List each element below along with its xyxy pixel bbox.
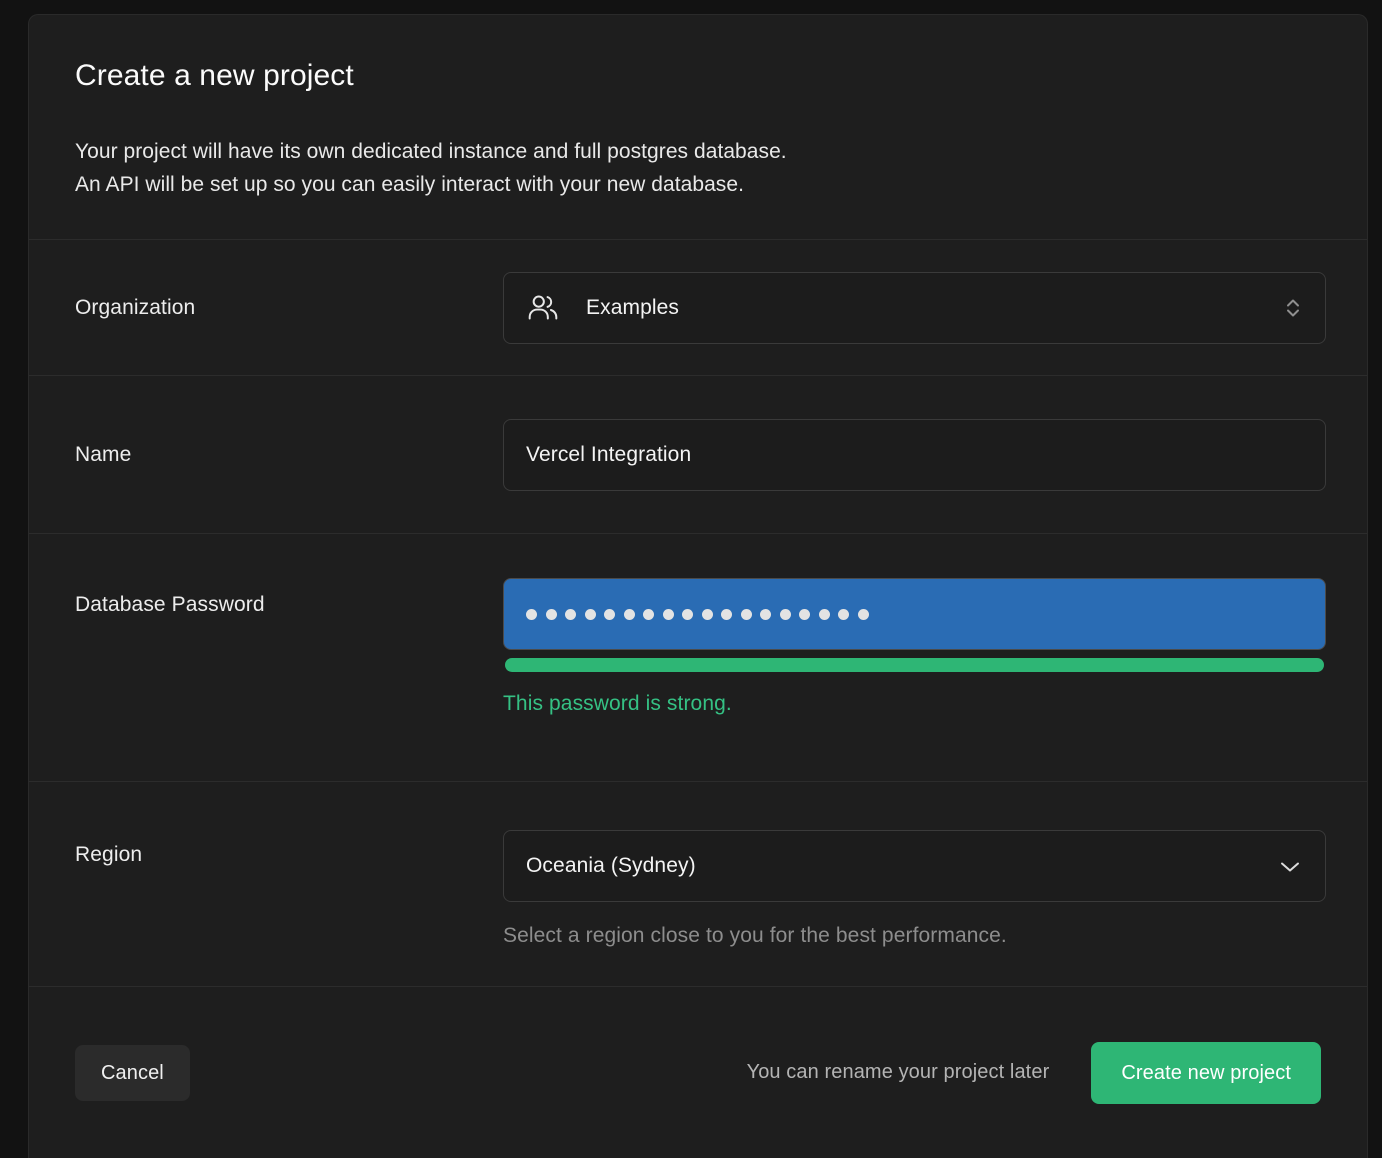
password-dot bbox=[740, 608, 752, 620]
app-background: Create a new project Your project will h… bbox=[0, 0, 1382, 1158]
dialog-description-line-2: An API will be set up so you can easily … bbox=[75, 172, 744, 196]
organization-field: Examples bbox=[503, 271, 1326, 344]
region-row: Region Oceania (Sydney) Select a region … bbox=[29, 782, 1367, 988]
region-hint: Select a region close to you for the bes… bbox=[503, 924, 1007, 948]
page-title: Create a new project bbox=[75, 59, 354, 92]
organization-value: Examples bbox=[586, 295, 680, 319]
project-name-value: Vercel Integration bbox=[526, 442, 692, 466]
name-field: Vercel Integration bbox=[503, 418, 1326, 491]
dialog-footer: Cancel You can rename your project later… bbox=[29, 987, 1367, 1158]
rename-note: You can rename your project later bbox=[746, 1061, 1050, 1084]
password-dot bbox=[838, 608, 849, 620]
password-dot bbox=[604, 608, 615, 620]
password-strength-bar bbox=[505, 658, 1324, 673]
organization-select[interactable]: Examples bbox=[503, 271, 1326, 344]
project-name-input[interactable]: Vercel Integration bbox=[503, 418, 1326, 491]
database-password-row: Database Password This password is stron… bbox=[29, 534, 1367, 783]
password-wrapper: This password is strong. bbox=[503, 578, 1326, 716]
password-dot bbox=[643, 608, 654, 620]
password-masked-dots bbox=[526, 608, 869, 620]
organization-label: Organization bbox=[75, 296, 196, 319]
chevron-up-down-icon bbox=[1287, 299, 1299, 317]
cancel-button[interactable]: Cancel bbox=[75, 1044, 190, 1101]
password-dot bbox=[682, 608, 693, 620]
password-dot bbox=[799, 608, 810, 620]
organization-row: Organization Examples bbox=[29, 240, 1367, 377]
password-dot bbox=[760, 608, 771, 620]
name-row: Name Vercel Integration bbox=[29, 376, 1367, 535]
chevron-down-icon bbox=[1281, 862, 1299, 872]
password-dot bbox=[818, 608, 830, 620]
dialog-header: Create a new project Your project will h… bbox=[29, 15, 1367, 241]
region-field: Oceania (Sydney) Select a region close t… bbox=[503, 830, 1326, 948]
region-label: Region bbox=[75, 843, 143, 867]
password-dot bbox=[584, 608, 596, 620]
password-dot bbox=[721, 608, 732, 620]
database-password-input[interactable] bbox=[503, 578, 1326, 651]
password-dot bbox=[565, 608, 576, 620]
password-dot bbox=[623, 608, 635, 620]
password-dot bbox=[526, 608, 537, 620]
password-dot bbox=[662, 608, 674, 620]
users-icon bbox=[528, 295, 558, 320]
database-password-label: Database Password bbox=[75, 593, 265, 617]
password-strength-text: This password is strong. bbox=[503, 692, 732, 716]
password-dot bbox=[545, 608, 557, 620]
dialog-description-line-1: Your project will have its own dedicated… bbox=[75, 140, 787, 163]
password-dot bbox=[701, 608, 713, 620]
region-select[interactable]: Oceania (Sydney) bbox=[503, 830, 1326, 903]
create-new-project-button[interactable]: Create new project bbox=[1091, 1041, 1321, 1104]
database-password-field: This password is strong. bbox=[503, 578, 1326, 716]
password-dot bbox=[779, 608, 791, 620]
create-project-dialog: Create a new project Your project will h… bbox=[28, 14, 1368, 1158]
password-dot bbox=[857, 608, 869, 620]
name-label: Name bbox=[75, 443, 132, 466]
region-value: Oceania (Sydney) bbox=[526, 854, 696, 878]
